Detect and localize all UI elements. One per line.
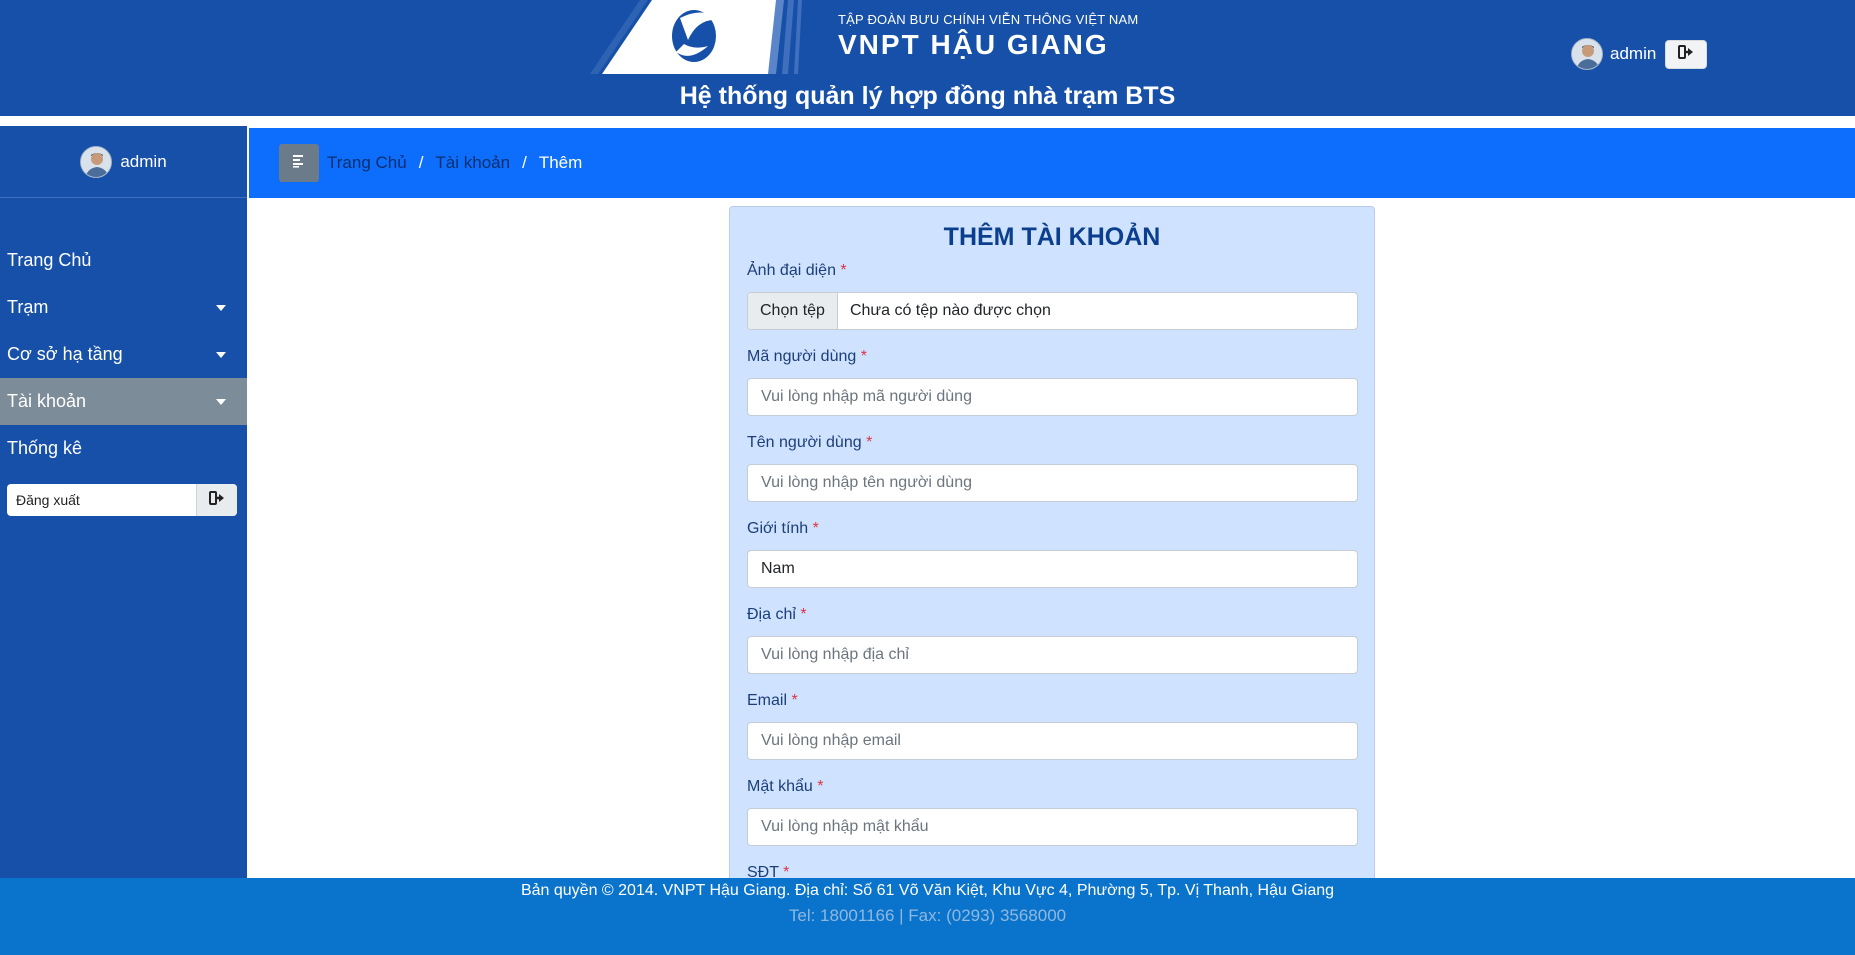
brand-block: TẬP ĐOÀN BƯU CHÍNH VIỄN THÔNG VIỆT NAM V… — [838, 12, 1138, 61]
avatar[interactable] — [1571, 38, 1603, 70]
required-marker: * — [812, 520, 819, 537]
required-marker: * — [860, 348, 867, 365]
user-name-label: Tên người dùng * — [747, 434, 873, 451]
sidebar-user-name: admin — [120, 151, 167, 171]
file-status: Chưa có tệp nào được chọn — [849, 302, 1051, 319]
caret-down-icon — [216, 304, 226, 311]
sidebar-item-infrastructure[interactable]: Cơ sở hạ tầng — [0, 331, 247, 378]
breadcrumb-separator: / — [522, 153, 527, 172]
user-code-label: Mã người dùng * — [747, 348, 867, 365]
sidebar-item-label: Trạm — [7, 297, 49, 317]
password-field: Mật khẩu * Vui lòng nhập mật khẩu — [747, 778, 1358, 846]
required-marker: * — [866, 434, 873, 451]
caret-down-icon — [216, 351, 226, 358]
sign-out-icon — [1678, 44, 1694, 64]
gender-select[interactable]: Nam — [747, 550, 1358, 588]
caret-down-icon — [216, 398, 226, 405]
address-field: Địa chỉ * Vui lòng nhập địa chỉ — [747, 606, 1358, 674]
menu-toggle-button[interactable] — [279, 144, 319, 182]
org-name: TẬP ĐOÀN BƯU CHÍNH VIỄN THÔNG VIỆT NAM — [838, 12, 1139, 27]
user-name-input[interactable]: Vui lòng nhập tên người dùng — [747, 464, 1358, 502]
sidebar-menu: Trang Chủ Trạm Cơ sở hạ tầng Tài khoản T… — [0, 237, 247, 472]
sidebar-logout[interactable]: Đăng xuất — [7, 484, 237, 516]
breadcrumb-current: Thêm — [538, 153, 583, 172]
required-marker: * — [840, 262, 847, 279]
breadcrumb-accounts[interactable]: Tài khoản — [435, 153, 510, 173]
page-footer: Bản quyền © 2014. VNPT Hậu Giang. Địa ch… — [0, 878, 1855, 955]
brand-name: VNPT HẬU GIANG — [838, 29, 1109, 60]
align-left-icon — [292, 154, 306, 173]
sidebar-avatar — [80, 145, 113, 178]
footer-copyright: Bản quyền © 2014. VNPT Hậu Giang. Địa ch… — [520, 882, 1335, 899]
gender-field: Giới tính * Nam — [747, 520, 1358, 588]
avatar-label: Ảnh đại diện * — [747, 262, 847, 279]
sidebar-item-label: Cơ sở hạ tầng — [7, 344, 123, 364]
breadcrumb: Trang Chủ / Tài khoản / Thêm — [327, 153, 582, 173]
breadcrumb-bar: Trang Chủ / Tài khoản / Thêm — [249, 128, 1855, 198]
header-user-name[interactable]: admin — [1610, 44, 1656, 64]
breadcrumb-home[interactable]: Trang Chủ — [327, 153, 407, 173]
vnpt-logo — [580, 0, 820, 74]
sidebar-item-statistics[interactable]: Thống kê — [0, 425, 247, 472]
sidebar-item-accounts[interactable]: Tài khoản — [0, 378, 247, 425]
user-name-field: Tên người dùng * Vui lòng nhập tên người… — [747, 434, 1358, 502]
sidebar-item-label: Tài khoản — [7, 391, 87, 411]
sidebar-logout-label: Đăng xuất — [16, 492, 80, 508]
footer-contact: Tel: 18001166 | Fax: (0293) 3568000 — [788, 906, 1067, 925]
avatar-file-input[interactable]: Chọn tệp Chưa có tệp nào được chọn — [747, 292, 1358, 330]
sidebar-item-stations[interactable]: Trạm — [0, 284, 247, 331]
sidebar-item-label: Trang Chủ — [7, 250, 92, 270]
email-label: Email * — [747, 692, 798, 709]
address-label: Địa chỉ * — [747, 606, 807, 623]
password-input[interactable]: Vui lòng nhập mật khẩu — [747, 808, 1358, 846]
site-title: Hệ thống quản lý hợp đồng nhà trạm BTS — [679, 82, 1176, 110]
form-title: THÊM TÀI KHOẢN — [943, 223, 1161, 251]
sidebar-item-label: Thống kê — [7, 438, 83, 458]
required-marker: * — [817, 778, 824, 795]
password-label: Mật khẩu * — [747, 778, 824, 795]
sign-out-icon — [209, 490, 225, 510]
choose-file-button[interactable]: Chọn tệp — [748, 293, 838, 329]
gender-label: Giới tính * — [747, 520, 819, 537]
sidebar-user: admin — [0, 126, 247, 198]
required-marker: * — [800, 606, 807, 623]
add-account-form: THÊM TÀI KHOẢN Ảnh đại diện * Chọn tệp C… — [729, 206, 1375, 906]
header-logout-button[interactable] — [1665, 39, 1708, 69]
required-marker: * — [791, 692, 798, 709]
address-input[interactable]: Vui lòng nhập địa chỉ — [747, 636, 1358, 674]
user-code-field: Mã người dùng * Vui lòng nhập mã người d… — [747, 348, 1358, 416]
email-input[interactable]: Vui lòng nhập email — [747, 722, 1358, 760]
sidebar-logout-button[interactable] — [196, 484, 237, 516]
avatar-field: Ảnh đại diện * Chọn tệp Chưa có tệp nào … — [747, 262, 1358, 330]
app-header: TẬP ĐOÀN BƯU CHÍNH VIỄN THÔNG VIỆT NAM V… — [0, 0, 1855, 116]
header-user-menu: admin — [1571, 38, 1708, 70]
email-field: Email * Vui lòng nhập email — [747, 692, 1358, 760]
user-code-input[interactable]: Vui lòng nhập mã người dùng — [747, 378, 1358, 416]
breadcrumb-separator: / — [418, 153, 424, 172]
sidebar-item-home[interactable]: Trang Chủ — [0, 237, 247, 284]
sidebar: admin Trang Chủ Trạm Cơ sở hạ tầng Tài k… — [0, 126, 247, 878]
